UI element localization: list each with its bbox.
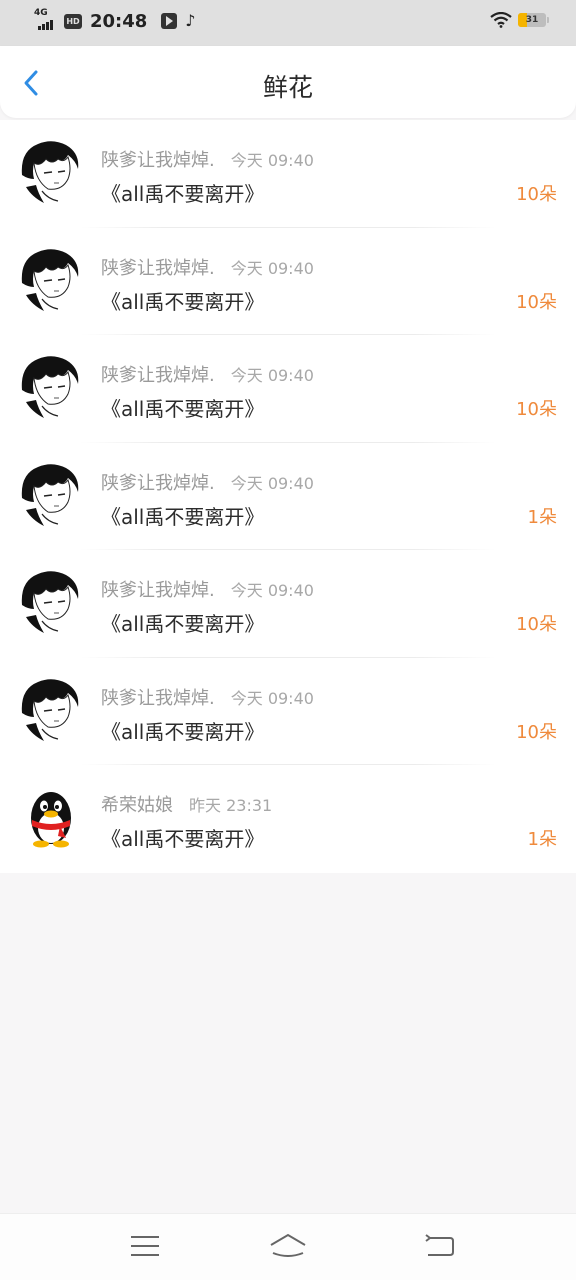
- record-meta: 陕爹让我焯焯. 今天 09:40: [101, 684, 314, 710]
- manga-avatar[interactable]: [18, 569, 84, 635]
- flower-record-row[interactable]: 陕爹让我焯焯. 今天 09:40 《all禹不要离开》 10朵: [0, 120, 576, 228]
- sender-name: 陕爹让我焯焯.: [101, 687, 215, 709]
- record-meta: 陕爹让我焯焯. 今天 09:40: [101, 469, 314, 495]
- signal-icon: 4G: [34, 8, 58, 32]
- book-title: 《all禹不要离开》: [101, 289, 265, 314]
- record-meta: 陕爹让我焯焯. 今天 09:40: [101, 254, 314, 280]
- back-nav-button[interactable]: [420, 1232, 460, 1262]
- manga-avatar[interactable]: [18, 139, 84, 205]
- home-icon: [270, 1233, 306, 1257]
- sender-name: 希荣姑娘: [101, 795, 173, 816]
- battery-percent: 31: [525, 15, 539, 25]
- status-time: 20:48: [90, 10, 148, 32]
- flower-record-row[interactable]: 陕爹让我焯焯. 今天 09:40 《all禹不要离开》 1朵: [0, 443, 576, 550]
- flower-count: 10朵: [516, 399, 557, 420]
- menu-button[interactable]: [125, 1232, 165, 1262]
- book-title: 《all禹不要离开》: [101, 504, 265, 529]
- record-meta: 陕爹让我焯焯. 今天 09:40: [101, 576, 314, 602]
- book-title: 《all禹不要离开》: [101, 827, 265, 851]
- hd-icon: HD: [64, 13, 82, 29]
- book-title: 《all禹不要离开》: [101, 612, 265, 636]
- battery-icon: 31: [518, 13, 549, 27]
- menu-icon: [131, 1236, 159, 1256]
- sender-name: 陕爹让我焯焯.: [101, 257, 215, 279]
- sender-name: 陕爹让我焯焯.: [101, 150, 215, 171]
- flower-count: 10朵: [516, 721, 557, 743]
- title-bar: 鲜花: [0, 46, 576, 118]
- flower-record-row[interactable]: 陕爹让我焯焯. 今天 09:40 《all禹不要离开》 10朵: [0, 228, 576, 335]
- record-time: 今天 09:40: [230, 258, 314, 278]
- book-title: 《all禹不要离开》: [101, 182, 265, 206]
- system-nav-bar: [0, 1213, 576, 1280]
- flower-record-list: 陕爹让我焯焯. 今天 09:40 《all禹不要离开》 10朵 陕爹让我焯焯. …: [0, 120, 576, 873]
- record-time: 今天 09:40: [230, 473, 314, 493]
- status-bar: 4G HD 20:48 ♪ 31: [0, 0, 576, 46]
- tiktok-icon: ♪: [185, 11, 196, 30]
- record-time: 今天 09:40: [230, 581, 314, 600]
- sender-name: 陕爹让我焯焯.: [101, 580, 215, 601]
- sender-name: 陕爹让我焯焯.: [101, 365, 215, 386]
- flower-count: 10朵: [516, 184, 557, 205]
- record-meta: 陕爹让我焯焯. 今天 09:40: [101, 361, 314, 387]
- network-type: 4G: [34, 8, 48, 18]
- flower-record-row[interactable]: 陕爹让我焯焯. 今天 09:40 《all禹不要离开》 10朵: [0, 550, 576, 658]
- record-meta: 陕爹让我焯焯. 今天 09:40: [101, 146, 314, 172]
- manga-avatar[interactable]: [18, 354, 84, 420]
- manga-avatar[interactable]: [18, 677, 84, 743]
- flower-count: 10朵: [516, 291, 557, 313]
- record-time: 今天 09:40: [230, 688, 314, 708]
- page-title: 鲜花: [262, 73, 313, 102]
- penguin-avatar[interactable]: [18, 784, 84, 850]
- flower-count: 1朵: [527, 829, 557, 850]
- record-time: 今天 09:40: [230, 151, 314, 170]
- book-title: 《all禹不要离开》: [101, 397, 265, 421]
- status-right: 31: [490, 12, 549, 28]
- status-left: 4G HD 20:48 ♪: [34, 8, 203, 32]
- back-icon: [425, 1234, 454, 1256]
- flower-record-row[interactable]: 陕爹让我焯焯. 今天 09:40 《all禹不要离开》 10朵: [0, 335, 576, 443]
- wifi-icon: [490, 12, 512, 28]
- manga-avatar[interactable]: [18, 247, 84, 313]
- video-app-icon: [161, 13, 178, 29]
- flower-count: 10朵: [516, 614, 557, 635]
- home-button[interactable]: [268, 1232, 308, 1262]
- record-time: 今天 09:40: [230, 366, 314, 385]
- sender-name: 陕爹让我焯焯.: [101, 472, 215, 494]
- record-time: 昨天 23:31: [189, 796, 273, 815]
- flower-record-row[interactable]: 陕爹让我焯焯. 今天 09:40 《all禹不要离开》 10朵: [0, 658, 576, 765]
- manga-avatar[interactable]: [18, 462, 84, 528]
- record-meta: 希荣姑娘 昨天 23:31: [101, 791, 272, 817]
- book-title: 《all禹不要离开》: [101, 719, 265, 744]
- flower-count: 1朵: [527, 506, 557, 528]
- flower-record-row[interactable]: 希荣姑娘 昨天 23:31 《all禹不要离开》 1朵: [0, 765, 576, 873]
